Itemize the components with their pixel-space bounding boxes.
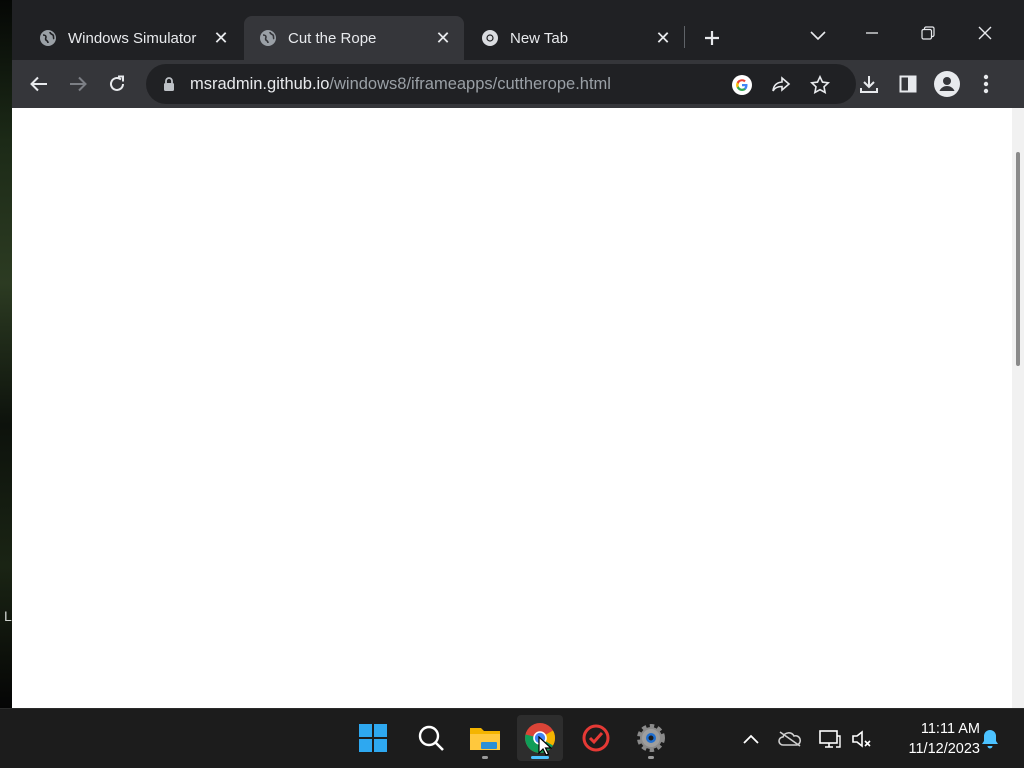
minimize-icon [866, 32, 878, 34]
browser-window: Windows Simulator ✕ Cut the Rope ✕ New T… [12, 0, 1024, 708]
back-button[interactable] [25, 70, 53, 98]
network-tray[interactable] [818, 727, 842, 751]
volume-tray[interactable] [850, 727, 874, 751]
tab-title: Cut the Rope [288, 29, 377, 47]
reload-button[interactable] [103, 70, 131, 98]
active-indicator [531, 756, 549, 759]
notification-bell-icon [982, 730, 998, 749]
scrollbar-thumb[interactable] [1016, 152, 1020, 366]
lock-icon[interactable] [160, 75, 178, 93]
settings-icon [637, 724, 665, 752]
google-icon[interactable] [731, 74, 753, 96]
profile-button[interactable] [933, 70, 961, 98]
url-host: msradmin.github.io [190, 74, 330, 93]
menu-button[interactable] [972, 70, 1000, 98]
download-icon [860, 76, 878, 93]
page-content[interactable] [12, 108, 1012, 708]
url-path: /windows8/iframeapps/cuttherope.html [329, 74, 611, 93]
close-icon[interactable]: ✕ [652, 27, 674, 49]
menu-icon [983, 74, 989, 94]
forward-icon [70, 76, 87, 92]
chevron-up-icon [743, 734, 759, 744]
restore-icon [921, 26, 935, 40]
downloads-button[interactable] [855, 70, 883, 98]
file-explorer-icon [470, 728, 500, 750]
taskbar-red-app[interactable] [573, 715, 619, 761]
taskbar-search-button[interactable] [408, 715, 454, 761]
restore-button[interactable] [910, 18, 946, 48]
close-icon[interactable]: ✕ [210, 27, 232, 49]
search-icon [418, 725, 444, 751]
running-indicator [648, 756, 654, 759]
tab-title: Windows Simulator [68, 29, 197, 47]
notifications-button[interactable] [978, 727, 1002, 751]
taskbar-settings[interactable] [628, 715, 674, 761]
onedrive-tray[interactable] [778, 727, 802, 751]
tab-cut-the-rope[interactable]: Cut the Rope ✕ [244, 16, 464, 60]
scrollbar[interactable] [1012, 108, 1024, 708]
onedrive-icon [778, 731, 801, 747]
tab-windows-simulator[interactable]: Windows Simulator ✕ [24, 16, 242, 60]
chevron-down-icon [810, 31, 826, 41]
network-icon [819, 730, 841, 748]
close-window-button[interactable] [967, 18, 1003, 48]
star-icon[interactable] [809, 74, 831, 96]
back-icon [30, 76, 47, 92]
show-hidden-icons-button[interactable] [739, 727, 763, 751]
close-icon [978, 26, 992, 40]
tab-new-tab[interactable]: New Tab ✕ [466, 16, 684, 60]
start-button[interactable] [350, 715, 396, 761]
volume-muted-icon [852, 730, 871, 748]
taskbar: 11:11 AM 11/12/2023 [0, 708, 1024, 768]
reload-icon [110, 75, 124, 91]
start-icon [359, 724, 387, 752]
globe-icon [258, 28, 278, 48]
browser-toolbar: msradmin.github.io/windows8/iframeapps/c… [12, 60, 1024, 108]
url-text: msradmin.github.io/windows8/iframeapps/c… [190, 75, 611, 94]
tab-title: New Tab [510, 29, 569, 47]
new-tab-button[interactable] [698, 24, 726, 52]
profile-icon [934, 71, 960, 97]
clock-time: 11:11 AM [920, 721, 980, 737]
share-icon[interactable] [770, 74, 792, 96]
running-indicator [482, 756, 488, 759]
tab-divider [684, 26, 685, 48]
address-bar[interactable]: msradmin.github.io/windows8/iframeapps/c… [146, 64, 856, 104]
chrome-icon [480, 28, 500, 48]
globe-icon [38, 28, 58, 48]
clock-date: 11/12/2023 [908, 741, 981, 757]
taskbar-file-explorer[interactable] [462, 715, 508, 761]
taskbar-clock[interactable]: 11:11 AM 11/12/2023 [880, 719, 981, 759]
red-app-icon [582, 724, 610, 752]
tab-strip: Windows Simulator ✕ Cut the Rope ✕ New T… [12, 0, 1024, 60]
mouse-cursor-icon [538, 736, 552, 756]
side-panel-icon [899, 75, 917, 93]
close-icon[interactable]: ✕ [432, 27, 454, 49]
plus-icon [705, 31, 719, 45]
forward-button[interactable] [64, 70, 92, 98]
desktop-edge-text: L [4, 608, 12, 624]
side-panel-button[interactable] [894, 70, 922, 98]
minimize-button[interactable] [854, 18, 890, 48]
tab-search-button[interactable] [806, 24, 830, 48]
